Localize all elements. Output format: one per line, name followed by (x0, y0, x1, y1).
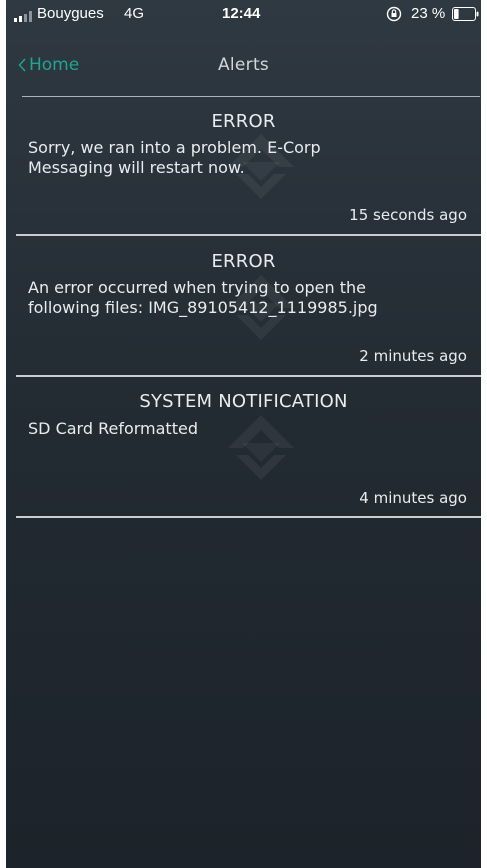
signal-icon (14, 11, 32, 22)
carrier-name: Bouygues (37, 5, 104, 22)
alert-message: Sorry, we ran into a problem. E-Corp Mes… (28, 138, 468, 178)
status-time: 12:44 (222, 5, 261, 22)
back-button[interactable]: Home (18, 50, 79, 80)
alert-divider (16, 234, 481, 236)
alert-title: SYSTEM NOTIFICATION (139, 391, 348, 412)
back-label: Home (29, 55, 80, 75)
status-bar: Bouygues 4G 12:44 23 % (6, 0, 481, 28)
alert-message-line: An error occurred when trying to open th… (28, 278, 366, 297)
alert-message: An error occurred when trying to open th… (28, 278, 468, 318)
alert-message-line: Messaging will restart now. (28, 158, 245, 177)
chevron-left-icon (18, 58, 26, 72)
battery-icon (452, 7, 479, 21)
alert-message-line: following files: IMG_89105412_1119985.jp… (28, 298, 378, 317)
alert-timestamp: 15 seconds ago (349, 206, 467, 224)
alert-message-line: Sorry, we ran into a problem. E-Corp (28, 138, 321, 157)
alert-message: SD Card Reformatted (28, 419, 468, 439)
alert-divider (16, 516, 481, 518)
alert-timestamp: 4 minutes ago (359, 489, 467, 507)
alert-title: ERROR (211, 251, 276, 272)
nav-bar: Alerts Home (6, 50, 481, 80)
nav-divider (22, 96, 480, 97)
alert-title: ERROR (211, 111, 276, 132)
alert-message-line: SD Card Reformatted (28, 419, 198, 438)
orientation-lock-icon (386, 6, 402, 22)
alert-divider (16, 375, 481, 377)
phone-screen: Bouygues 4G 12:44 23 % Alerts Home ERROR… (6, 0, 481, 868)
battery-percent: 23 % (411, 5, 446, 22)
network-type: 4G (124, 5, 145, 22)
alert-timestamp: 2 minutes ago (359, 347, 467, 365)
